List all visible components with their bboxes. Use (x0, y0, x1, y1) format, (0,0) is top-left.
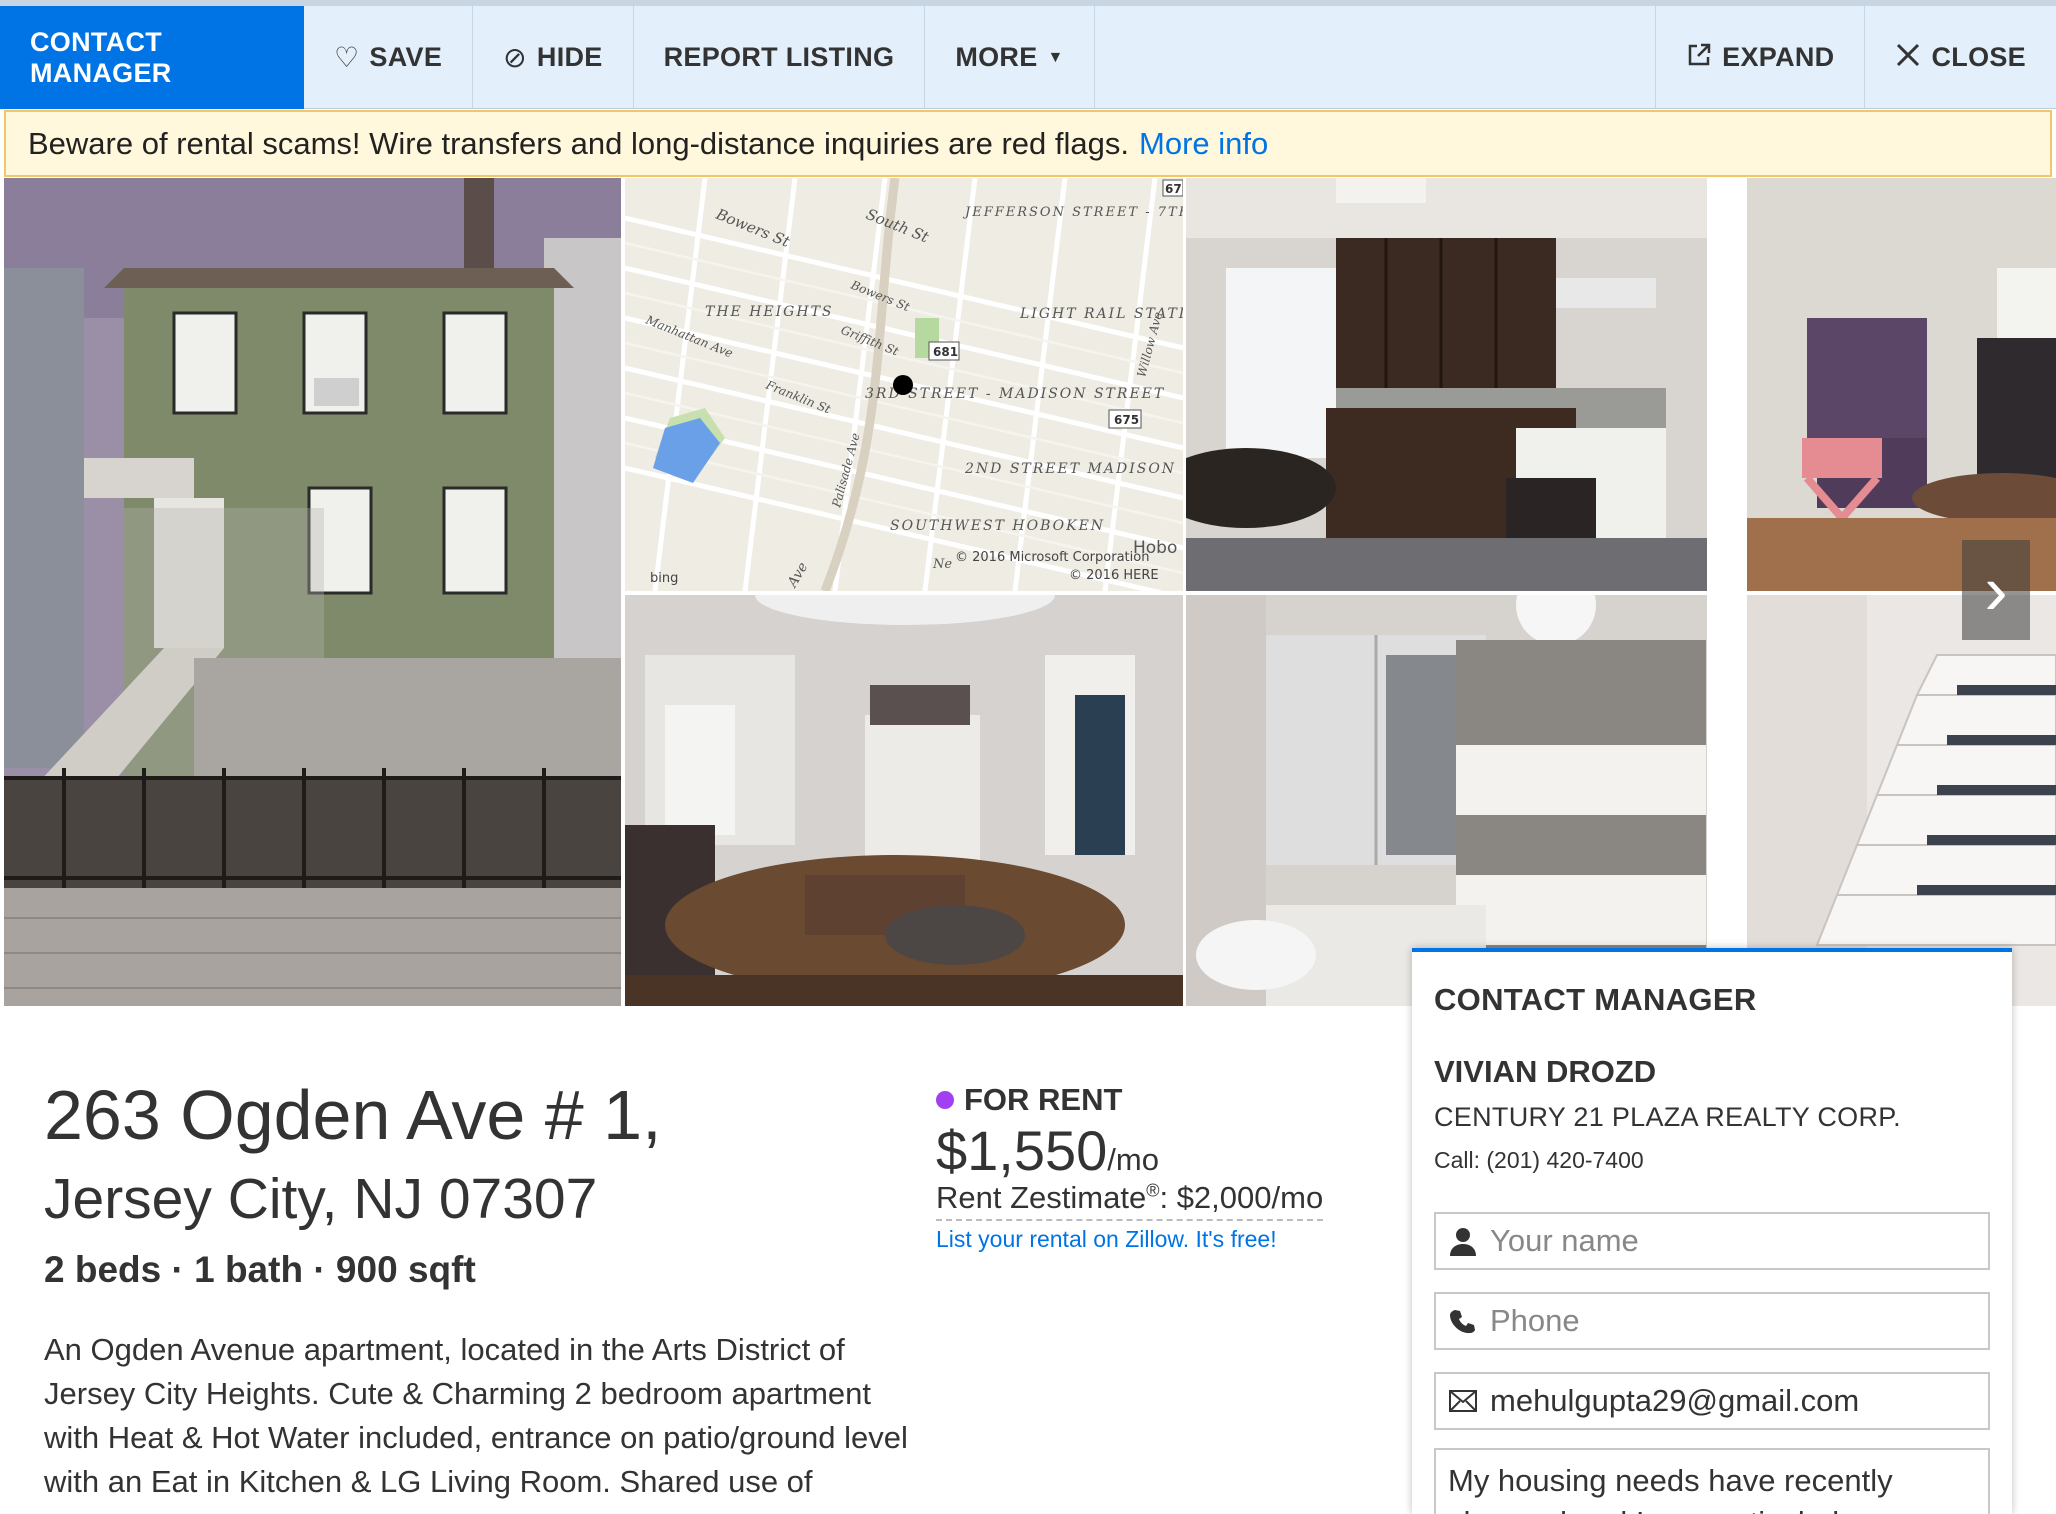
phone-placeholder: Phone (1490, 1303, 1580, 1338)
svg-text:SOUTHWEST HOBOKEN: SOUTHWEST HOBOKEN (890, 518, 1105, 534)
phone-icon (1448, 1308, 1478, 1334)
agent-phone: Call: (201) 420-7400 (1434, 1147, 1644, 1173)
agent-company: CENTURY 21 PLAZA REALTY CORP. (1434, 1102, 1901, 1132)
contact-card-title: CONTACT MANAGER (1434, 982, 1757, 1017)
svg-text:© 2016 HERE: © 2016 HERE (1069, 568, 1159, 583)
message-textarea[interactable]: My housing needs have recently changed a… (1434, 1448, 1990, 1514)
exterior-image (4, 178, 621, 1006)
contact-manager-button[interactable]: CONTACT MANAGER (0, 6, 304, 109)
map-image: Bowers St South St Bowers St Griffith St… (625, 178, 1183, 591)
photo-stairs[interactable] (1747, 595, 2056, 1006)
save-label: SAVE (369, 42, 443, 72)
listing-status: FOR RENT (936, 1082, 1122, 1118)
stairs-image (1747, 595, 2056, 1006)
banner-text: Beware of rental scams! Wire transfers a… (28, 125, 1129, 161)
contact-manager-card: CONTACT MANAGER VIVIAN DROZD CENTURY 21 … (1412, 948, 2012, 1514)
status-label: FOR RENT (964, 1082, 1123, 1117)
listing-specs: 2 beds · 1 bath · 900 sqft (44, 1249, 476, 1290)
envelope-icon (1448, 1390, 1478, 1412)
listing-toolbar: CONTACT MANAGER ♡ SAVE ⊘ HIDE REPORT LIS… (0, 0, 2056, 109)
address-line-2: Jersey City, NJ 07307 (44, 1167, 598, 1231)
contact-manager-label: CONTACT MANAGER (30, 26, 172, 88)
close-label: CLOSE (1931, 42, 2026, 72)
more-info-link[interactable]: More info (1139, 126, 1268, 162)
caret-down-icon: ▼ (1047, 48, 1064, 66)
svg-text:THE HEIGHTS: THE HEIGHTS (705, 304, 834, 320)
rent-zestimate[interactable]: Rent Zestimate®: $2,000/mo (936, 1180, 1324, 1221)
chevron-right-icon: › (1984, 551, 2008, 629)
gallery-next-button[interactable]: › (1962, 540, 2030, 640)
rent-price: $1,550/mo (936, 1118, 1159, 1183)
hide-icon: ⊘ (503, 41, 527, 73)
heart-icon: ♡ (334, 41, 360, 73)
photo-dining-room[interactable] (625, 595, 1183, 1006)
living-room-image (1747, 178, 2056, 591)
toolbar-spacer (1095, 6, 1657, 108)
svg-text:67: 67 (1165, 182, 1182, 196)
hide-button[interactable]: ⊘ HIDE (473, 6, 634, 109)
report-label: REPORT LISTING (663, 42, 895, 72)
price-suffix: /mo (1107, 1142, 1159, 1177)
zestimate-label: Rent Zestimate (936, 1180, 1147, 1215)
name-field[interactable]: Your name (1434, 1212, 1990, 1270)
save-button[interactable]: ♡ SAVE (304, 6, 474, 109)
phone-field[interactable]: Phone (1434, 1292, 1990, 1350)
svg-text:LIGHT RAIL STATION: LIGHT RAIL STATION (1019, 306, 1183, 322)
svg-text:Ne: Ne (932, 557, 952, 572)
user-icon (1448, 1226, 1478, 1256)
photo-bathroom[interactable] (1186, 595, 1707, 1006)
email-value: mehulgupta29@gmail.com (1490, 1383, 1860, 1418)
svg-text:bing: bing (650, 571, 678, 586)
name-placeholder: Your name (1490, 1223, 1639, 1258)
email-field[interactable]: mehulgupta29@gmail.com (1434, 1372, 1990, 1430)
map-thumbnail[interactable]: Bowers St South St Bowers St Griffith St… (625, 178, 1183, 591)
photo-living-room[interactable] (1747, 178, 2056, 591)
address-line-1: 263 Ogden Ave # 1, (44, 1076, 662, 1154)
more-label: MORE (955, 42, 1038, 72)
close-icon (1895, 42, 1921, 73)
agent-name: VIVIAN DROZD (1434, 1054, 1657, 1089)
registered-mark: ® (1146, 1180, 1160, 1201)
expand-label: EXPAND (1722, 42, 1835, 72)
listing-description: An Ogden Avenue apartment, located in th… (44, 1332, 908, 1499)
kitchen-image (1186, 178, 1707, 591)
external-link-icon (1686, 42, 1712, 73)
expand-button[interactable]: EXPAND (1656, 6, 1866, 109)
zestimate-value: : $2,000/mo (1159, 1180, 1324, 1215)
photo-exterior[interactable] (4, 178, 621, 1006)
svg-text:681: 681 (933, 345, 958, 359)
dining-room-image (625, 595, 1183, 1006)
status-dot-icon (936, 1091, 954, 1109)
more-dropdown[interactable]: MORE ▼ (925, 6, 1095, 109)
svg-text:JEFFERSON STREET - 7TH STREET: JEFFERSON STREET - 7TH STREET (962, 205, 1183, 220)
svg-text:© 2016 Microsoft Corporation: © 2016 Microsoft Corporation (955, 550, 1149, 565)
hide-label: HIDE (536, 42, 603, 72)
svg-text:2ND STREET MADISON STREET: 2ND STREET MADISON STREET (964, 461, 1183, 477)
price-value: $1,550 (936, 1119, 1108, 1182)
scam-warning-banner: Beware of rental scams! Wire transfers a… (4, 110, 2052, 177)
list-rental-link[interactable]: List your rental on Zillow. It's free! (936, 1226, 1277, 1253)
bathroom-image (1186, 595, 1707, 1006)
svg-text:675: 675 (1114, 413, 1139, 427)
close-button[interactable]: CLOSE (1865, 6, 2056, 109)
report-listing-button[interactable]: REPORT LISTING (634, 6, 926, 109)
photo-kitchen[interactable] (1186, 178, 1707, 591)
